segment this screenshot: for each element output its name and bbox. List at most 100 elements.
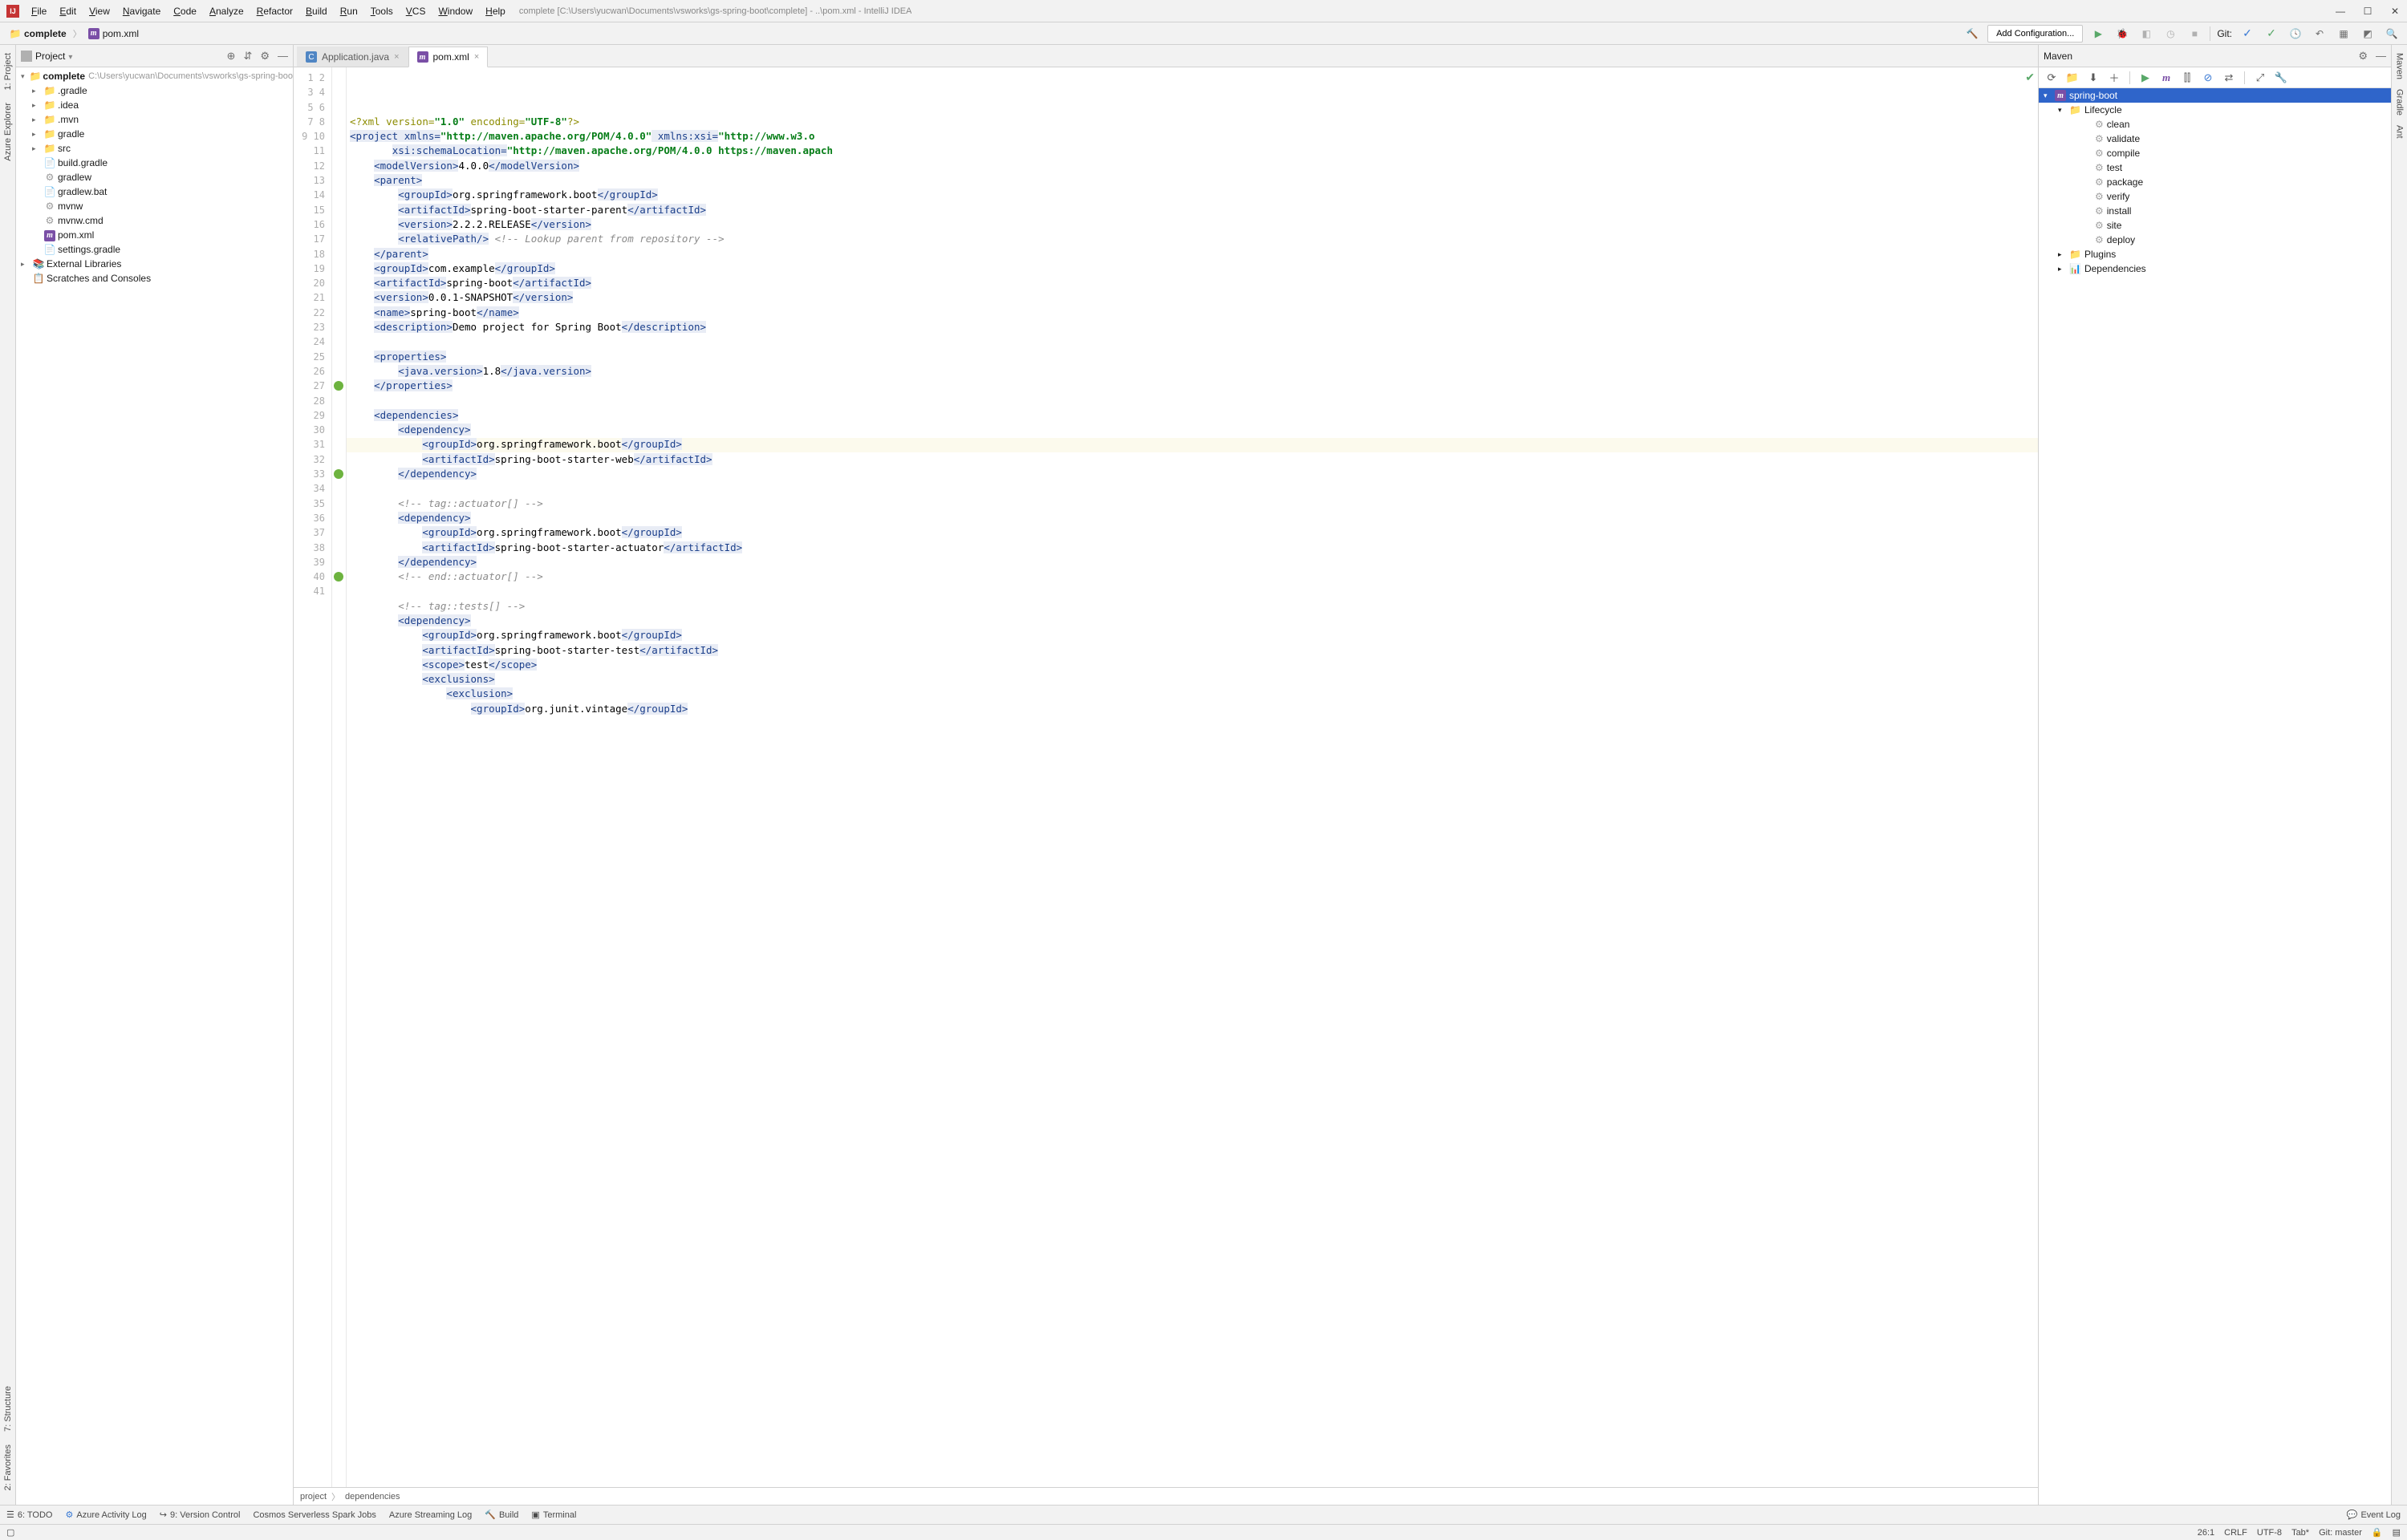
spring-icon[interactable] [334,469,343,479]
code-editor[interactable]: <?xml version="1.0" encoding="UTF-8"?><p… [347,67,2038,1487]
spring-icon[interactable] [334,572,343,582]
maven-goal-site[interactable]: ⚙site [2039,218,2391,233]
maven-project-root[interactable]: ▾mspring-boot [2039,88,2391,103]
maximize-button[interactable]: ☐ [2362,6,2373,17]
git-update-button[interactable]: ✓ [2239,25,2256,43]
maven-dependencies[interactable]: ▸📊Dependencies [2039,261,2391,276]
menu-window[interactable]: Window [432,3,478,19]
tree-file[interactable]: ⚙mvnw.cmd [16,213,293,228]
tree-folder[interactable]: ▸📁gradle [16,127,293,141]
editor-tabs[interactable]: CApplication.java×mpom.xml× [294,45,2038,67]
breadcrumb[interactable]: 📁complete 〉 m pom.xml [6,26,142,41]
tool-azure-stream[interactable]: Azure Streaming Log [389,1510,472,1520]
menu-run[interactable]: Run [335,3,363,19]
debug-button[interactable]: 🐞 [2113,25,2131,43]
tree-ext-libraries[interactable]: ▸📚External Libraries [16,257,293,271]
maven-skip-tests-button[interactable]: ⊘ [2200,70,2216,86]
editor-bc-item[interactable]: project [300,1492,327,1502]
status-memory-icon[interactable]: ▤ [2393,1527,2401,1538]
menu-tools[interactable]: Tools [365,3,399,19]
menu-view[interactable]: View [83,3,116,19]
tool-ant[interactable]: Ant [2393,120,2406,144]
panel-hide-button[interactable]: — [278,50,288,62]
maven-plugins[interactable]: ▸📁Plugins [2039,247,2391,261]
panel-settings-button[interactable]: ⚙ [260,50,270,63]
maven-goal-compile[interactable]: ⚙compile [2039,146,2391,160]
git-commit-button[interactable]: ✓ [2263,25,2280,43]
tool-favorites[interactable]: 2: Favorites [2,1440,14,1495]
tool-maven[interactable]: Maven [2393,48,2406,84]
breadcrumb-root[interactable]: 📁complete [6,26,70,41]
breadcrumb-file[interactable]: m pom.xml [85,26,142,41]
status-lock-icon[interactable]: 🔒 [2372,1527,2383,1538]
maven-goal-test[interactable]: ⚙test [2039,160,2391,175]
tree-folder[interactable]: ▸📁.idea [16,98,293,112]
run-configuration-dropdown[interactable]: Add Configuration... [1987,25,2083,43]
maven-panel-hide-button[interactable]: — [2376,50,2386,62]
tool-version-control[interactable]: ↪ 9: Version Control [160,1510,241,1520]
project-panel-title[interactable]: Project▾ [35,51,72,62]
expand-all-button[interactable]: ⇵ [243,50,252,63]
tool-cosmos[interactable]: Cosmos Serverless Spark Jobs [253,1510,375,1520]
maven-goal-validate[interactable]: ⚙validate [2039,132,2391,146]
maven-toggle-offline-button[interactable]: ⫿⫿ [2179,70,2195,86]
editor-bc-item[interactable]: dependencies [345,1492,400,1502]
profile-button[interactable]: ◷ [2161,25,2179,43]
maven-download-button[interactable]: ⬇ [2085,70,2101,86]
tree-folder[interactable]: ▸📁.mvn [16,112,293,127]
maven-goal-verify[interactable]: ⚙verify [2039,189,2391,204]
main-menu[interactable]: FileEditViewNavigateCodeAnalyzeRefactorB… [26,3,511,19]
run-button[interactable]: ▶ [2089,25,2107,43]
line-gutter[interactable]: 1 2 3 4 5 6 7 8 9 10 11 12 13 14 15 16 1… [294,67,332,1487]
tree-root[interactable]: ▾📁completeC:\Users\yucwan\Documents\vswo… [16,69,293,83]
tree-file[interactable]: 📄settings.gradle [16,242,293,257]
tool-terminal[interactable]: ▣ Terminal [531,1510,576,1520]
maven-generate-button[interactable]: 📁 [2064,70,2080,86]
tab-Application.java[interactable]: CApplication.java× [297,47,408,67]
tree-folder[interactable]: ▸📁.gradle [16,83,293,98]
tool-gradle[interactable]: Gradle [2393,84,2406,120]
maven-goal-install[interactable]: ⚙install [2039,204,2391,218]
ide-scripting-button[interactable]: ▦ [2335,25,2352,43]
project-tree[interactable]: ▾📁completeC:\Users\yucwan\Documents\vswo… [16,67,293,1505]
tree-scratches[interactable]: 📋Scratches and Consoles [16,271,293,286]
maven-tree[interactable]: ▾mspring-boot▾📁Lifecycle⚙clean⚙validate⚙… [2039,88,2391,1505]
tab-close-icon[interactable]: × [394,52,399,62]
tree-file[interactable]: 📄gradlew.bat [16,184,293,199]
tool-event-log[interactable]: 💬 Event Log [2347,1510,2401,1520]
maven-settings-button[interactable]: 🔧 [2273,70,2289,86]
menu-code[interactable]: Code [168,3,202,19]
tool-azure-explorer[interactable]: Azure Explorer [2,98,14,166]
maven-lifecycle[interactable]: ▾📁Lifecycle [2039,103,2391,117]
close-button[interactable]: ✕ [2389,6,2401,17]
tree-folder[interactable]: ▸📁src [16,141,293,156]
spring-icon[interactable] [334,381,343,391]
status-indent[interactable]: Tab* [2291,1528,2309,1538]
tab-close-icon[interactable]: × [474,52,479,62]
tab-pom.xml[interactable]: mpom.xml× [408,47,489,67]
menu-analyze[interactable]: Analyze [204,3,250,19]
menu-file[interactable]: File [26,3,52,19]
gutter-marks[interactable] [332,67,347,1487]
menu-edit[interactable]: Edit [54,3,82,19]
menu-navigate[interactable]: Navigate [117,3,166,19]
status-encoding[interactable]: UTF-8 [2257,1528,2282,1538]
editor-breadcrumb[interactable]: project 〉 dependencies [294,1487,2038,1505]
maven-goal-package[interactable]: ⚙package [2039,175,2391,189]
menu-build[interactable]: Build [300,3,333,19]
coverage-button[interactable]: ◧ [2137,25,2155,43]
maven-collapse-button[interactable]: ⤢ [2252,70,2268,86]
maven-execute-button[interactable]: m [2158,70,2174,86]
maven-reimport-button[interactable]: ⟳ [2044,70,2060,86]
maven-run-button[interactable]: ▶ [2137,70,2153,86]
status-git-branch[interactable]: Git: master [2319,1528,2362,1538]
inspection-status-icon[interactable]: ✔ [2025,71,2035,84]
git-history-button[interactable]: 🕓 [2287,25,2304,43]
tree-file[interactable]: ⚙gradlew [16,170,293,184]
menu-vcs[interactable]: VCS [400,3,432,19]
tree-file[interactable]: ⚙mvnw [16,199,293,213]
tree-file[interactable]: 📄build.gradle [16,156,293,170]
tool-todo[interactable]: ☰ 6: TODO [6,1510,52,1520]
git-revert-button[interactable]: ↶ [2311,25,2328,43]
tool-azure-log[interactable]: ⚙ Azure Activity Log [65,1510,146,1520]
